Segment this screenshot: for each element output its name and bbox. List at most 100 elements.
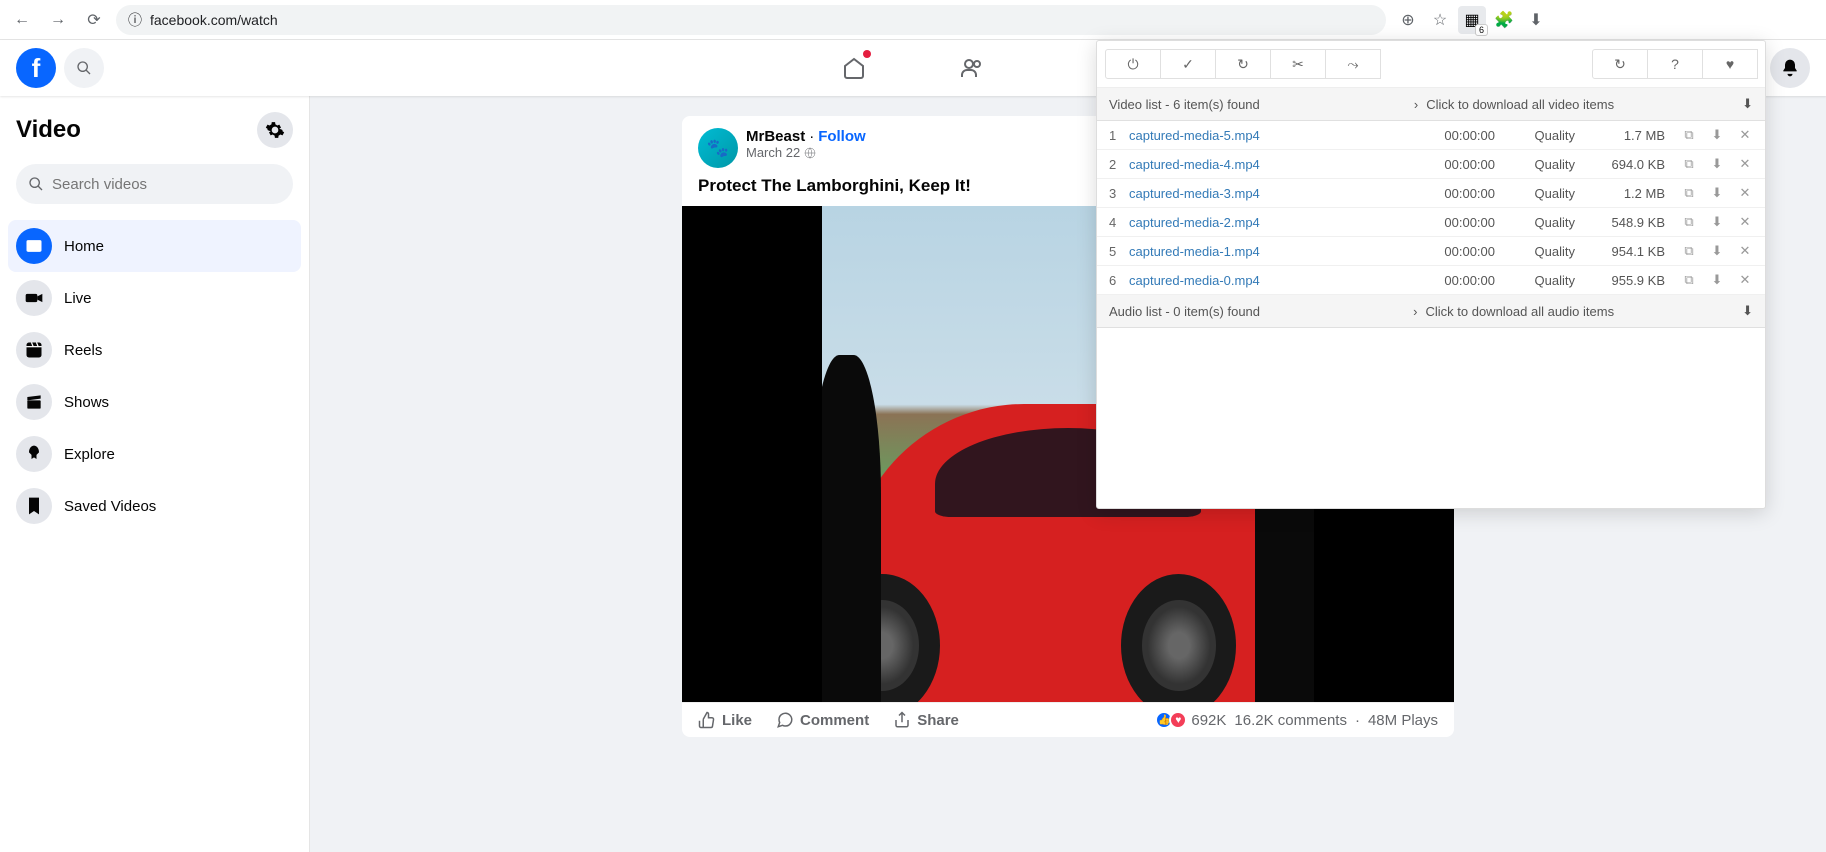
- copy-icon[interactable]: ⧉: [1681, 156, 1697, 172]
- download-all-video-icon[interactable]: ⬇: [1622, 96, 1753, 112]
- extension-count: 6: [1475, 24, 1488, 36]
- download-icon[interactable]: ⬇: [1709, 156, 1725, 172]
- item-quality: Quality: [1495, 273, 1575, 288]
- clapper-icon: [16, 384, 52, 420]
- sidebar-item-label: Shows: [64, 394, 109, 411]
- site-info-icon[interactable]: ⓘ: [128, 10, 142, 30]
- copy-icon[interactable]: ⧉: [1681, 243, 1697, 259]
- video-item-row: 4captured-media-2.mp400:00:00Quality548.…: [1097, 208, 1765, 237]
- author-avatar[interactable]: 🐾: [698, 128, 738, 168]
- close-icon[interactable]: ✕: [1737, 214, 1753, 230]
- sidebar-search-input[interactable]: [52, 176, 281, 193]
- item-size: 954.1 KB: [1575, 244, 1665, 259]
- extensions-icon[interactable]: 🧩: [1490, 6, 1518, 34]
- item-index: 2: [1109, 157, 1129, 172]
- author-name[interactable]: MrBeast: [746, 128, 805, 145]
- extension-badge[interactable]: ▦ 6: [1458, 6, 1486, 34]
- comment-icon: [776, 711, 794, 729]
- help-button[interactable]: ?: [1647, 49, 1703, 79]
- comment-count[interactable]: 16.2K comments: [1234, 712, 1347, 729]
- play-count: 48M Plays: [1368, 712, 1438, 729]
- refresh-button[interactable]: ↻: [1215, 49, 1271, 79]
- download-all-video[interactable]: Click to download all video items: [1426, 97, 1614, 112]
- follow-link[interactable]: Follow: [818, 128, 866, 145]
- fb-search-button[interactable]: [64, 48, 104, 88]
- video-item-row: 1captured-media-5.mp400:00:00Quality1.7 …: [1097, 121, 1765, 150]
- install-icon[interactable]: ⊕: [1394, 6, 1422, 34]
- gear-icon: [265, 120, 285, 140]
- check-button[interactable]: ✓: [1160, 49, 1216, 79]
- item-index: 4: [1109, 215, 1129, 230]
- back-button[interactable]: ←: [8, 6, 36, 34]
- tab-home[interactable]: [799, 40, 909, 96]
- download-icon[interactable]: ⬇: [1709, 127, 1725, 143]
- close-icon[interactable]: ✕: [1737, 272, 1753, 288]
- item-filename[interactable]: captured-media-5.mp4: [1129, 128, 1415, 143]
- item-filename[interactable]: captured-media-3.mp4: [1129, 186, 1415, 201]
- video-list-header: Video list - 6 item(s) found › Click to …: [1097, 88, 1765, 121]
- download-all-audio[interactable]: Click to download all audio items: [1425, 304, 1614, 319]
- settings-button[interactable]: [257, 112, 293, 148]
- sidebar-item-live[interactable]: Live: [8, 272, 301, 324]
- item-duration: 00:00:00: [1415, 128, 1495, 143]
- sidebar-item-shows[interactable]: Shows: [8, 376, 301, 428]
- camera-icon: [16, 280, 52, 316]
- item-filename[interactable]: captured-media-4.mp4: [1129, 157, 1415, 172]
- friends-icon: [960, 56, 984, 80]
- search-icon: [76, 60, 92, 76]
- item-index: 6: [1109, 273, 1129, 288]
- copy-icon[interactable]: ⧉: [1681, 127, 1697, 143]
- reload-button[interactable]: ⟳: [80, 6, 108, 34]
- bookmark-icon: [16, 488, 52, 524]
- download-icon[interactable]: ⬇: [1709, 243, 1725, 259]
- notifications-button[interactable]: [1770, 48, 1810, 88]
- comment-button[interactable]: Comment: [776, 711, 869, 729]
- download-icon[interactable]: ⬇: [1709, 185, 1725, 201]
- merge-button[interactable]: ⤳: [1325, 49, 1381, 79]
- sidebar-item-saved-videos[interactable]: Saved Videos: [8, 480, 301, 532]
- download-all-audio-icon[interactable]: ⬇: [1622, 303, 1753, 319]
- post-date[interactable]: March 22: [746, 145, 800, 160]
- item-size: 1.7 MB: [1575, 128, 1665, 143]
- copy-icon[interactable]: ⧉: [1681, 272, 1697, 288]
- forward-button[interactable]: →: [44, 6, 72, 34]
- like-button[interactable]: Like: [698, 711, 752, 729]
- reaction-count[interactable]: 692K: [1191, 712, 1226, 729]
- reactions[interactable]: 👍 ♥: [1155, 711, 1183, 729]
- copy-icon[interactable]: ⧉: [1681, 185, 1697, 201]
- bookmark-star-icon[interactable]: ☆: [1426, 6, 1454, 34]
- close-icon[interactable]: ✕: [1737, 243, 1753, 259]
- sidebar-search[interactable]: [16, 164, 293, 204]
- love-reaction-icon: ♥: [1169, 711, 1187, 729]
- share-button[interactable]: Share: [893, 711, 959, 729]
- sidebar-item-reels[interactable]: Reels: [8, 324, 301, 376]
- sidebar-item-label: Reels: [64, 342, 102, 359]
- scissors-button[interactable]: ✂: [1270, 49, 1326, 79]
- downloads-icon[interactable]: ⬇: [1522, 6, 1550, 34]
- close-icon[interactable]: ✕: [1737, 127, 1753, 143]
- video-item-row: 2captured-media-4.mp400:00:00Quality694.…: [1097, 150, 1765, 179]
- item-filename[interactable]: captured-media-1.mp4: [1129, 244, 1415, 259]
- item-filename[interactable]: captured-media-0.mp4: [1129, 273, 1415, 288]
- url-text: facebook.com/watch: [150, 12, 278, 28]
- popup-toolbar: ⏻ ✓ ↻ ✂ ⤳ ↻ ? ♥: [1097, 41, 1765, 88]
- facebook-logo[interactable]: f: [16, 48, 56, 88]
- item-filename[interactable]: captured-media-2.mp4: [1129, 215, 1415, 230]
- power-button[interactable]: ⏻: [1105, 49, 1161, 79]
- download-icon[interactable]: ⬇: [1709, 272, 1725, 288]
- copy-icon[interactable]: ⧉: [1681, 214, 1697, 230]
- sidebar-item-explore[interactable]: Explore: [8, 428, 301, 480]
- close-icon[interactable]: ✕: [1737, 185, 1753, 201]
- tab-friends[interactable]: [917, 40, 1027, 96]
- close-icon[interactable]: ✕: [1737, 156, 1753, 172]
- sidebar-item-label: Explore: [64, 446, 115, 463]
- address-bar[interactable]: ⓘ facebook.com/watch: [116, 5, 1386, 35]
- play-icon: [16, 228, 52, 264]
- sidebar-item-home[interactable]: Home: [8, 220, 301, 272]
- reload-list-button[interactable]: ↻: [1592, 49, 1648, 79]
- video-list-label: Video list - 6 item(s) found: [1109, 97, 1260, 112]
- download-icon[interactable]: ⬇: [1709, 214, 1725, 230]
- heart-button[interactable]: ♥: [1702, 49, 1758, 79]
- post-actions: Like Comment Share 👍 ♥ 692K 16.2K com: [682, 702, 1454, 737]
- home-icon: [842, 56, 866, 80]
